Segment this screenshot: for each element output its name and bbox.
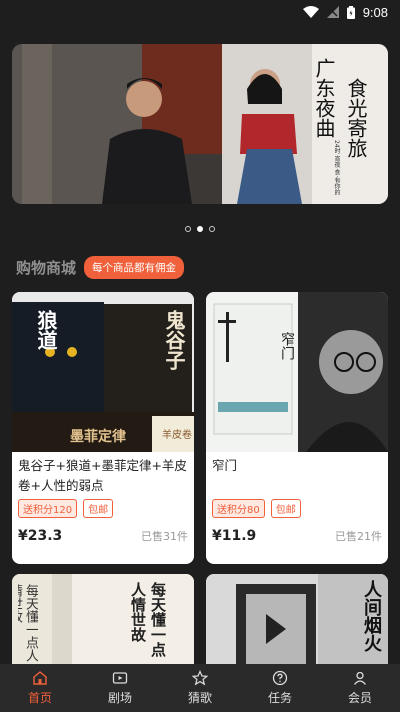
star-icon [192, 670, 208, 686]
product-card[interactable]: 狼道 鬼谷子 墨菲定律 羊皮卷 鬼谷子+狼道+墨菲定律+羊皮卷+人性的弱点 送积… [12, 292, 194, 564]
product-tags: 送积分80 包邮 [206, 496, 388, 521]
home-icon [33, 671, 47, 685]
signal-icon [326, 6, 339, 18]
tab-label: 猜歌 [187, 691, 212, 705]
tab-home[interactable]: 首页 [0, 664, 80, 712]
battery-icon [346, 5, 355, 19]
product-price-row: ¥11.9 已售21件 [212, 528, 382, 544]
question-icon [272, 670, 288, 686]
product-sold: 已售31件 [141, 530, 188, 543]
carousel-dot[interactable] [185, 226, 191, 232]
banner-subtitle-vertical: 食光寄旅 [344, 78, 368, 158]
cover-text: 窄门 [279, 332, 295, 360]
product-tags: 送积分120 包邮 [12, 496, 194, 521]
shipping-tag: 包邮 [83, 499, 114, 518]
product-cover: 人间烟火 [206, 574, 388, 674]
product-sold: 已售21件 [335, 530, 382, 543]
carousel-indicator [0, 226, 400, 232]
shop-section-header: 购物商城 每个商品都有佣金 [16, 256, 185, 279]
tab-label: 任务 [267, 691, 292, 705]
cover-text: 羊皮卷 [162, 430, 192, 441]
product-price: ¥11.9 [212, 528, 257, 544]
wifi-icon [302, 6, 319, 18]
points-tag: 送积分120 [18, 499, 78, 518]
status-time: 9:08 [362, 4, 388, 20]
tab-guess-song[interactable]: 猜歌 [160, 664, 240, 712]
product-title: 鬼谷子+狼道+墨菲定律+羊皮卷+人性的弱点 [18, 458, 187, 493]
points-tag: 送积分80 [212, 499, 265, 518]
tab-label: 首页 [27, 691, 52, 705]
user-icon [353, 671, 367, 685]
carousel-dot[interactable] [209, 226, 215, 232]
tab-tasks[interactable]: 任务 [240, 664, 320, 712]
product-cover: 狼道 鬼谷子 墨菲定律 羊皮卷 [12, 292, 194, 452]
theater-icon [112, 672, 128, 684]
product-price-row: ¥23.3 已售31件 [18, 528, 188, 544]
cover-text: 每天懂一点人情世故 [129, 582, 167, 657]
tab-label: 剧场 [107, 691, 132, 705]
status-bar: 9:08 [0, 0, 400, 24]
product-card[interactable]: 人间烟火 [206, 574, 388, 674]
product-price: ¥23.3 [18, 528, 63, 544]
product-card[interactable]: 每天懂一点人情世故 每天懂一点人情世故 [12, 574, 194, 674]
carousel-dot-active[interactable] [197, 226, 203, 232]
product-cover: 窄门 [206, 292, 388, 452]
product-title: 窄门 [212, 458, 238, 473]
product-cover: 每天懂一点人情世故 每天懂一点人情世故 [12, 574, 194, 674]
tab-label: 会员 [347, 691, 372, 705]
cover-text: 人间烟火 [361, 580, 382, 652]
shipping-tag: 包邮 [270, 499, 301, 518]
promo-banner[interactable]: 广东夜曲 食光寄旅 24时 宵夜 食·有你的 [12, 44, 388, 204]
cover-text: 狼道 [34, 310, 58, 350]
cover-text: 每天懂一点人情世故 [18, 584, 38, 662]
banner-small-text: 24时 宵夜 食·有你的 [333, 140, 340, 196]
section-title: 购物商城 [16, 259, 77, 277]
bottom-tab-bar: 首页 剧场 猜歌 任务 会员 [0, 664, 400, 712]
tab-theater[interactable]: 剧场 [80, 664, 160, 712]
product-card[interactable]: 窄门 窄门 送积分80 包邮 ¥11.9 已售21件 [206, 292, 388, 564]
commission-badge: 每个商品都有佣金 [84, 256, 185, 279]
banner-title-vertical: 广东夜曲 [312, 58, 336, 138]
tab-member[interactable]: 会员 [320, 664, 400, 712]
cover-text: 鬼谷子 [162, 310, 186, 370]
cover-text: 墨菲定律 [70, 429, 126, 445]
